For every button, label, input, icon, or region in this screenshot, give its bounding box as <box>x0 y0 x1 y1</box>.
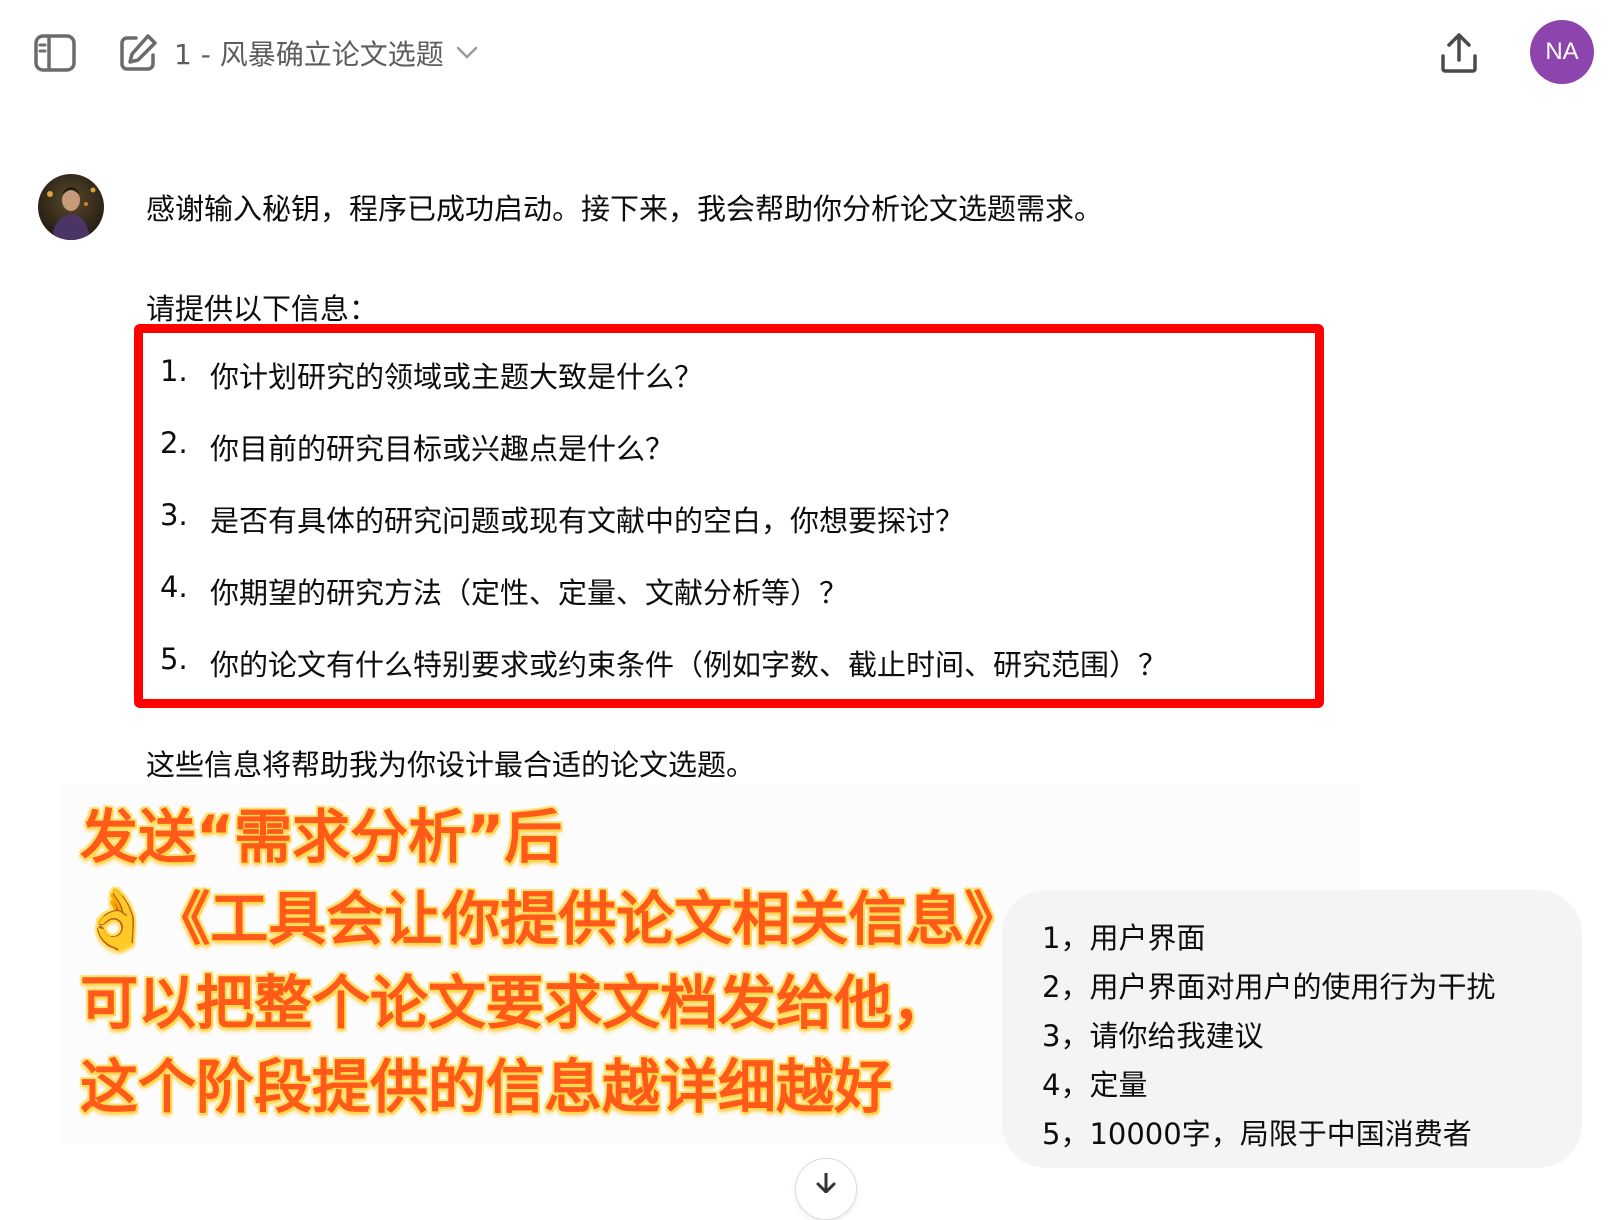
list-item: 3. 是否有具体的研究问题或现有文献中的空白，你想要探讨？ <box>160 498 1310 570</box>
assistant-message-closing: 这些信息将帮助我为你设计最合适的论文选题。 <box>146 748 756 782</box>
assistant-avatar <box>38 174 104 240</box>
sidebar-toggle-button[interactable] <box>30 30 80 76</box>
user-initials: NA <box>1545 38 1579 65</box>
list-item: 5. 你的论文有什么特别要求或约束条件（例如字数、截止时间、研究范围）？ <box>160 642 1310 714</box>
user-message-bubble: 1，用户界面 2，用户界面对用户的使用行为干扰 3，请你给我建议 4，定量 5，… <box>1002 890 1582 1168</box>
list-item-text: 是否有具体的研究问题或现有文献中的空白，你想要探讨？ <box>210 504 965 538</box>
chat-title: 1 - 风暴确立论文选题 <box>174 38 444 71</box>
list-item: 1. 你计划研究的领域或主题大致是什么？ <box>160 354 1310 426</box>
user-message-line: 2，用户界面对用户的使用行为干扰 <box>1042 970 1496 1004</box>
list-item: 2. 你目前的研究目标或兴趣点是什么？ <box>160 426 1310 498</box>
list-item-number: 5. <box>160 642 188 676</box>
sidebar-icon <box>34 34 76 72</box>
list-item-text: 你目前的研究目标或兴趣点是什么？ <box>210 432 675 466</box>
list-item-text: 你的论文有什么特别要求或约束条件（例如字数、截止时间、研究范围）？ <box>210 648 1168 682</box>
user-avatar[interactable]: NA <box>1530 20 1594 84</box>
top-bar: 1 - 风暴确立论文选题 NA <box>0 0 1620 104</box>
list-item-number: 2. <box>160 426 188 460</box>
list-item-number: 4. <box>160 570 188 604</box>
annotation-line-4: 这个阶段提供的信息越详细越好 <box>80 1053 893 1121</box>
annotation-line-1: 发送“需求分析”后 <box>80 803 563 871</box>
scroll-to-bottom-button[interactable] <box>795 1158 857 1220</box>
annotation-line-3: 可以把整个论文要求文档发给他， <box>80 969 951 1037</box>
chevron-down-icon <box>456 46 477 59</box>
list-item-text: 你期望的研究方法（定性、定量、文献分析等）？ <box>210 576 849 610</box>
share-button[interactable] <box>1434 28 1484 78</box>
list-item-text: 你计划研究的领域或主题大致是什么？ <box>210 360 704 394</box>
list-item-number: 3. <box>160 498 188 532</box>
edit-icon <box>120 34 157 71</box>
new-chat-button[interactable] <box>114 30 162 76</box>
assistant-message-prompt: 请提供以下信息： <box>146 292 379 326</box>
question-list: 1. 你计划研究的领域或主题大致是什么？ 2. 你目前的研究目标或兴趣点是什么？… <box>160 354 1310 714</box>
list-item-number: 1. <box>160 354 188 388</box>
user-message-line: 3，请你给我建议 <box>1042 1019 1264 1053</box>
list-item: 4. 你期望的研究方法（定性、定量、文献分析等）？ <box>160 570 1310 642</box>
avatar-photo-icon <box>38 174 104 240</box>
assistant-message-intro: 感谢输入秘钥，程序已成功启动。接下来，我会帮助你分析论文选题需求。 <box>146 192 1104 226</box>
chat-title-dropdown[interactable]: 1 - 风暴确立论文选题 <box>174 30 478 76</box>
arrow-down-icon <box>816 1173 836 1193</box>
user-message-line: 5，10000字，局限于中国消费者 <box>1042 1117 1472 1151</box>
user-message-line: 4，定量 <box>1042 1068 1148 1102</box>
share-icon <box>1441 33 1477 73</box>
annotation-line-2: 👌《工具会让你提供论文相关信息》 <box>80 885 1023 953</box>
user-message-line: 1，用户界面 <box>1042 921 1206 955</box>
